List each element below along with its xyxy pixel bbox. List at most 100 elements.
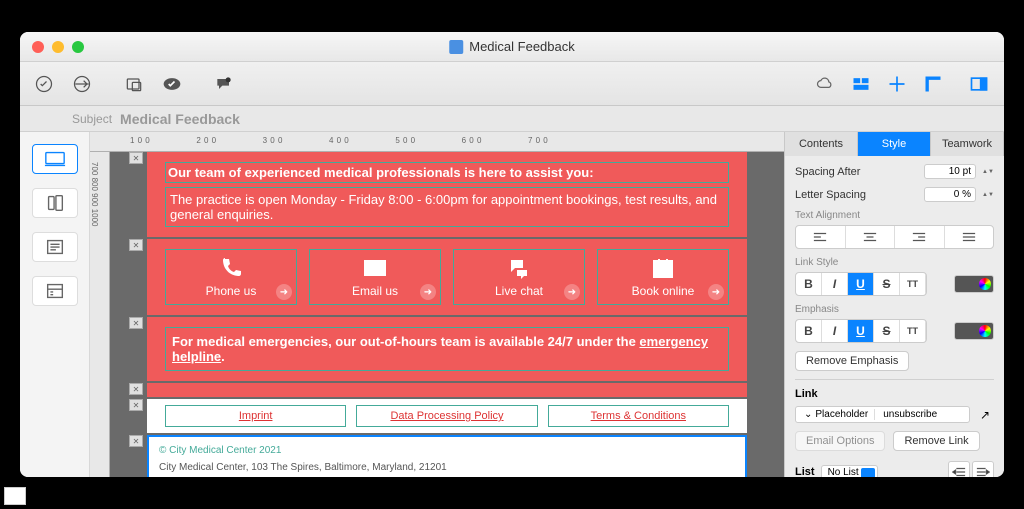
check-button[interactable] — [156, 71, 188, 97]
emphasis-color-swatch[interactable] — [954, 322, 994, 340]
alignment-guides-icon[interactable] — [880, 70, 914, 98]
layout-blocks-icon[interactable] — [844, 70, 878, 98]
minimize-window-button[interactable] — [52, 41, 64, 53]
contact-chat[interactable]: Live chat ➜ — [453, 249, 585, 305]
tab-teamwork[interactable]: Teamwork — [931, 132, 1004, 156]
hero-heading[interactable]: Our team of experienced medical professi… — [165, 162, 729, 183]
hero-body[interactable]: The practice is open Monday - Friday 8:0… — [165, 187, 729, 227]
inspector-tabs: Contents Style Teamwork — [785, 132, 1004, 156]
spacing-after-label: Spacing After — [795, 166, 918, 178]
titlebar: Medical Feedback — [20, 32, 1004, 62]
desktop-preview-button[interactable] — [32, 144, 78, 174]
copyright-text[interactable]: © City Medical Center 2021 — [159, 445, 735, 456]
window-title: Medical Feedback — [449, 39, 575, 54]
send-test-button[interactable] — [28, 71, 60, 97]
address-text[interactable]: City Medical Center, 103 The Spires, Bal… — [159, 462, 735, 473]
source-preview-button[interactable] — [32, 276, 78, 306]
contact-label: Phone us — [206, 284, 257, 298]
link-style-label: Link Style — [795, 257, 994, 268]
underline-button[interactable]: U — [848, 320, 874, 342]
emphasis-label: Emphasis — [795, 304, 994, 315]
comment-button[interactable] — [208, 71, 240, 97]
imprint-link[interactable]: Imprint — [165, 405, 346, 427]
bold-button[interactable]: B — [796, 273, 822, 295]
preview-button[interactable] — [118, 71, 150, 97]
contact-row[interactable]: Phone us ➜ Email us ➜ — [147, 239, 747, 315]
zoom-window-button[interactable] — [72, 41, 84, 53]
action-icon[interactable]: ➜ — [420, 284, 436, 300]
underline-button[interactable]: U — [848, 273, 874, 295]
bold-button[interactable]: B — [796, 320, 822, 342]
send-button[interactable] — [66, 71, 98, 97]
privacy-link[interactable]: Data Processing Policy — [356, 405, 537, 427]
terms-link[interactable]: Terms & Conditions — [548, 405, 729, 427]
placeholder-dropdown[interactable]: ⌄ Placeholder — [798, 409, 875, 420]
action-icon[interactable]: ➜ — [276, 284, 292, 300]
toolbar — [20, 62, 1004, 106]
row-handle[interactable]: ✕ — [129, 435, 143, 447]
canvas[interactable]: ✕ Our team of experienced medical profes… — [110, 152, 784, 477]
row-handle[interactable]: ✕ — [129, 317, 143, 329]
letter-spacing-input[interactable]: 0 % — [924, 187, 976, 202]
device-preview-panel — [20, 132, 90, 477]
spacer-block[interactable] — [147, 383, 747, 397]
italic-button[interactable]: I — [822, 273, 848, 295]
open-link-icon[interactable]: ↗ — [976, 408, 994, 422]
emergency-block[interactable]: For medical emergencies, our out-of-hour… — [147, 317, 747, 381]
subject-value[interactable]: Medical Feedback — [120, 111, 240, 127]
contact-phone[interactable]: Phone us ➜ — [165, 249, 297, 305]
small-caps-button[interactable]: TT — [900, 320, 926, 342]
remove-emphasis-button[interactable]: Remove Emphasis — [795, 351, 909, 371]
placeholder-value[interactable]: unsubscribe — [879, 409, 967, 420]
emergency-prefix: For medical emergencies, our out-of-hour… — [172, 334, 639, 349]
row-handle[interactable]: ✕ — [129, 152, 143, 164]
align-left-button[interactable] — [796, 226, 846, 248]
footer-block[interactable]: © City Medical Center 2021 City Medical … — [147, 435, 747, 477]
action-icon[interactable]: ➜ — [564, 284, 580, 300]
subject-label: Subject — [72, 112, 112, 126]
subject-bar: Subject Medical Feedback — [20, 106, 1004, 132]
inspector-toggle-icon[interactable] — [962, 70, 996, 98]
inspector-body: Spacing After 10 pt ▲▼ Letter Spacing 0 … — [785, 156, 1004, 477]
link-section-label: Link — [795, 388, 994, 400]
row-handle[interactable]: ✕ — [129, 399, 143, 411]
list-select[interactable]: No List — [821, 465, 878, 478]
align-center-button[interactable] — [846, 226, 896, 248]
letter-stepper[interactable]: ▲▼ — [982, 192, 994, 198]
spacing-after-input[interactable]: 10 pt — [924, 164, 976, 179]
small-caps-button[interactable]: TT — [900, 273, 926, 295]
email-document[interactable]: ✕ Our team of experienced medical profes… — [147, 152, 747, 477]
chat-icon — [505, 256, 533, 280]
ruler-icon[interactable] — [916, 70, 950, 98]
row-handle[interactable]: ✕ — [129, 239, 143, 251]
contact-book[interactable]: Book online ➜ — [597, 249, 729, 305]
calendar-icon — [649, 256, 677, 280]
emergency-text[interactable]: For medical emergencies, our out-of-hour… — [165, 327, 729, 371]
app-window: Medical Feedback Subject Medical Feedbac… — [20, 32, 1004, 477]
align-right-button[interactable] — [895, 226, 945, 248]
italic-button[interactable]: I — [822, 320, 848, 342]
text-alignment-label: Text Alignment — [795, 210, 994, 221]
link-color-swatch[interactable] — [954, 275, 994, 293]
indent-left-button[interactable] — [972, 461, 994, 477]
indent-right-button[interactable] — [948, 461, 970, 477]
row-handle[interactable]: ✕ — [129, 383, 143, 395]
cloud-icon[interactable] — [808, 70, 842, 98]
remove-link-button[interactable]: Remove Link — [893, 431, 979, 451]
link-placeholder-field[interactable]: ⌄ Placeholder unsubscribe — [795, 406, 970, 423]
tab-style[interactable]: Style — [858, 132, 931, 156]
align-justify-button[interactable] — [945, 226, 994, 248]
tab-contents[interactable]: Contents — [785, 132, 858, 156]
contact-email[interactable]: Email us ➜ — [309, 249, 441, 305]
hero-block[interactable]: Our team of experienced medical professi… — [147, 152, 747, 237]
strikethrough-button[interactable]: S — [874, 320, 900, 342]
close-window-button[interactable] — [32, 41, 44, 53]
spacing-stepper[interactable]: ▲▼ — [982, 169, 994, 175]
contact-label: Book online — [632, 284, 695, 298]
legal-links-row[interactable]: Imprint Data Processing Policy Terms & C… — [147, 399, 747, 433]
action-icon[interactable]: ➜ — [708, 284, 724, 300]
inspector-panel: Contents Style Teamwork Spacing After 10… — [784, 132, 1004, 477]
mobile-preview-button[interactable] — [32, 188, 78, 218]
strikethrough-button[interactable]: S — [874, 273, 900, 295]
text-preview-button[interactable] — [32, 232, 78, 262]
